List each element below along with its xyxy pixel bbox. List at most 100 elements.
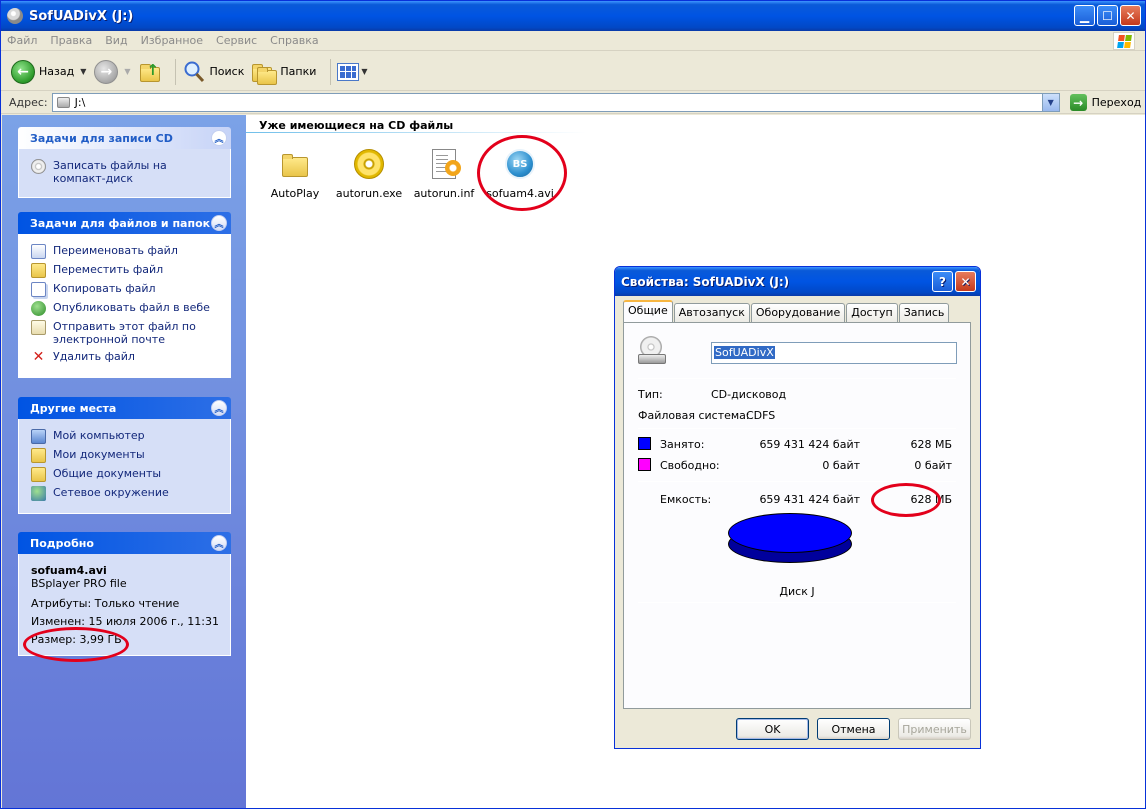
copy-icon — [31, 282, 46, 297]
title-bar[interactable]: SofUADivX (J:) ▁ ☐ ✕ — [1, 1, 1145, 31]
window-title: SofUADivX (J:) — [29, 8, 134, 24]
views-button[interactable]: ▼ — [337, 57, 368, 87]
place-my-computer[interactable]: Мой компьютер — [31, 429, 220, 444]
menu-file[interactable]: Файл — [7, 34, 37, 47]
my-documents-icon — [31, 448, 46, 463]
place-network[interactable]: Сетевое окружение — [31, 486, 220, 501]
menu-bar: Файл Правка Вид Избранное Сервис Справка — [1, 31, 1145, 51]
task-email[interactable]: Отправить этот файл по электронной почте — [31, 320, 220, 346]
explorer-window: SofUADivX (J:) ▁ ☐ ✕ Файл Правка Вид Изб… — [0, 0, 1146, 809]
menu-help[interactable]: Справка — [270, 34, 318, 47]
folders-button[interactable]: Папки — [252, 57, 316, 87]
task-burn-files[interactable]: Записать файлы на компакт-диск — [31, 159, 220, 185]
details-header[interactable]: Подробно ︽ — [18, 532, 231, 554]
detail-file-name: sofuam4.avi — [31, 564, 107, 577]
collapse-chevron-icon[interactable]: ︽ — [211, 535, 227, 551]
address-value: J:\ — [74, 96, 86, 109]
go-arrow-icon: → — [1069, 94, 1087, 111]
address-dropdown-icon[interactable]: ▼ — [1041, 94, 1059, 111]
toolbar: ← Назад ▼ → ▼ ↑ Поиск Папки ▼ — [1, 53, 1145, 91]
address-input[interactable]: J:\ ▼ — [51, 93, 1060, 112]
file-item-autorun-exe[interactable]: autorun.exe — [329, 149, 409, 200]
shared-documents-icon — [31, 467, 46, 482]
detail-file-type: BSplayer PRO file — [31, 577, 127, 590]
back-label: Назад — [39, 65, 75, 78]
task-delete[interactable]: ✕ Удалить файл — [31, 350, 220, 365]
forward-button[interactable]: → ▼ — [94, 57, 131, 87]
divider — [638, 428, 956, 429]
views-dropdown-icon: ▼ — [361, 67, 368, 76]
place-label: Общие документы — [53, 467, 162, 480]
tab-general[interactable]: Общие — [623, 300, 673, 322]
menu-edit[interactable]: Правка — [50, 34, 92, 47]
folder-icon — [282, 154, 308, 177]
collapse-chevron-icon[interactable]: ︽ — [211, 400, 227, 416]
volume-label-input[interactable]: SofUADivX — [711, 342, 957, 364]
file-name: autorun.inf — [413, 187, 475, 200]
file-name: autorun.exe — [335, 187, 403, 200]
annotation-circle — [871, 483, 941, 517]
tab-hardware[interactable]: Оборудование — [750, 303, 846, 322]
file-item-autoplay[interactable]: AutoPlay — [255, 149, 335, 200]
back-arrow-icon: ← — [11, 59, 35, 84]
menu-favorites[interactable]: Избранное — [141, 34, 203, 47]
properties-dialog: Свойства: SofUADivX (J:) ? ✕ Общие Автоз… — [614, 266, 981, 749]
tab-autoplay[interactable]: Автозапуск — [673, 303, 750, 322]
task-label: Переместить файл — [53, 263, 164, 276]
back-button[interactable]: ← Назад ▼ — [11, 57, 86, 87]
network-icon — [31, 486, 46, 501]
tab-sharing[interactable]: Доступ — [846, 303, 898, 322]
file-tasks-panel: Задачи для файлов и папок ︽ Переименоват… — [18, 212, 231, 378]
dialog-close-button[interactable]: ✕ — [955, 271, 976, 292]
close-button[interactable]: ✕ — [1120, 5, 1141, 26]
back-dropdown-icon[interactable]: ▼ — [80, 67, 86, 76]
task-label: Копировать файл — [53, 282, 156, 295]
place-my-documents[interactable]: Мои документы — [31, 448, 220, 463]
dialog-title-bar[interactable]: Свойства: SofUADivX (J:) ? ✕ — [615, 267, 980, 296]
ok-button[interactable]: OK — [736, 718, 809, 740]
apply-button[interactable]: Применить — [898, 718, 971, 740]
go-label: Переход — [1091, 96, 1142, 109]
cancel-button[interactable]: Отмена — [817, 718, 890, 740]
search-button[interactable]: Поиск — [182, 57, 245, 87]
cd-tasks-header[interactable]: Задачи для записи CD ︽ — [18, 127, 231, 149]
go-button[interactable]: → Переход — [1069, 94, 1142, 111]
inf-file-icon — [432, 149, 461, 179]
up-folder-button[interactable]: ↑ — [139, 57, 161, 87]
menu-tools[interactable]: Сервис — [216, 34, 257, 47]
menu-view[interactable]: Вид — [105, 34, 127, 47]
dialog-tabs: Общие Автозапуск Оборудование Доступ Зап… — [623, 300, 950, 322]
cd-drive-icon — [56, 97, 70, 108]
task-move[interactable]: Переместить файл — [31, 263, 220, 278]
divider — [638, 378, 956, 379]
burn-cd-icon — [31, 159, 46, 174]
type-label: Тип: — [638, 388, 663, 401]
maximize-button[interactable]: ☐ — [1097, 5, 1118, 26]
place-shared-documents[interactable]: Общие документы — [31, 467, 220, 482]
cd-exe-icon — [354, 149, 384, 179]
other-places-header[interactable]: Другие места ︽ — [18, 397, 231, 419]
search-label: Поиск — [209, 65, 245, 78]
help-button[interactable]: ? — [932, 271, 953, 292]
task-publish[interactable]: Опубликовать файл в вебе — [31, 301, 220, 316]
collapse-chevron-icon[interactable]: ︽ — [211, 130, 227, 146]
publish-web-icon — [31, 301, 46, 316]
task-label: Удалить файл — [53, 350, 135, 363]
collapse-chevron-icon[interactable]: ︽ — [211, 215, 227, 231]
general-tab-panel: SofUADivX Тип: CD-дисковод Файловая сист… — [623, 322, 971, 709]
task-copy[interactable]: Копировать файл — [31, 282, 220, 297]
up-folder-icon: ↑ — [139, 61, 161, 83]
task-rename[interactable]: Переименовать файл — [31, 244, 220, 259]
task-label: Записать файлы на компакт-диск — [53, 159, 167, 185]
delete-icon: ✕ — [32, 349, 45, 365]
minimize-button[interactable]: ▁ — [1074, 5, 1095, 26]
file-name: AutoPlay — [270, 187, 320, 200]
file-item-autorun-inf[interactable]: autorun.inf — [404, 149, 484, 200]
file-tasks-header[interactable]: Задачи для файлов и папок ︽ — [18, 212, 231, 234]
my-computer-icon — [31, 429, 46, 444]
file-tasks-title: Задачи для файлов и папок — [30, 216, 211, 230]
email-icon — [31, 320, 46, 335]
other-places-panel: Другие места ︽ Мой компьютер Мои докумен… — [18, 397, 231, 514]
tab-recording[interactable]: Запись — [898, 303, 950, 322]
fs-label: Файловая система: — [638, 409, 750, 422]
